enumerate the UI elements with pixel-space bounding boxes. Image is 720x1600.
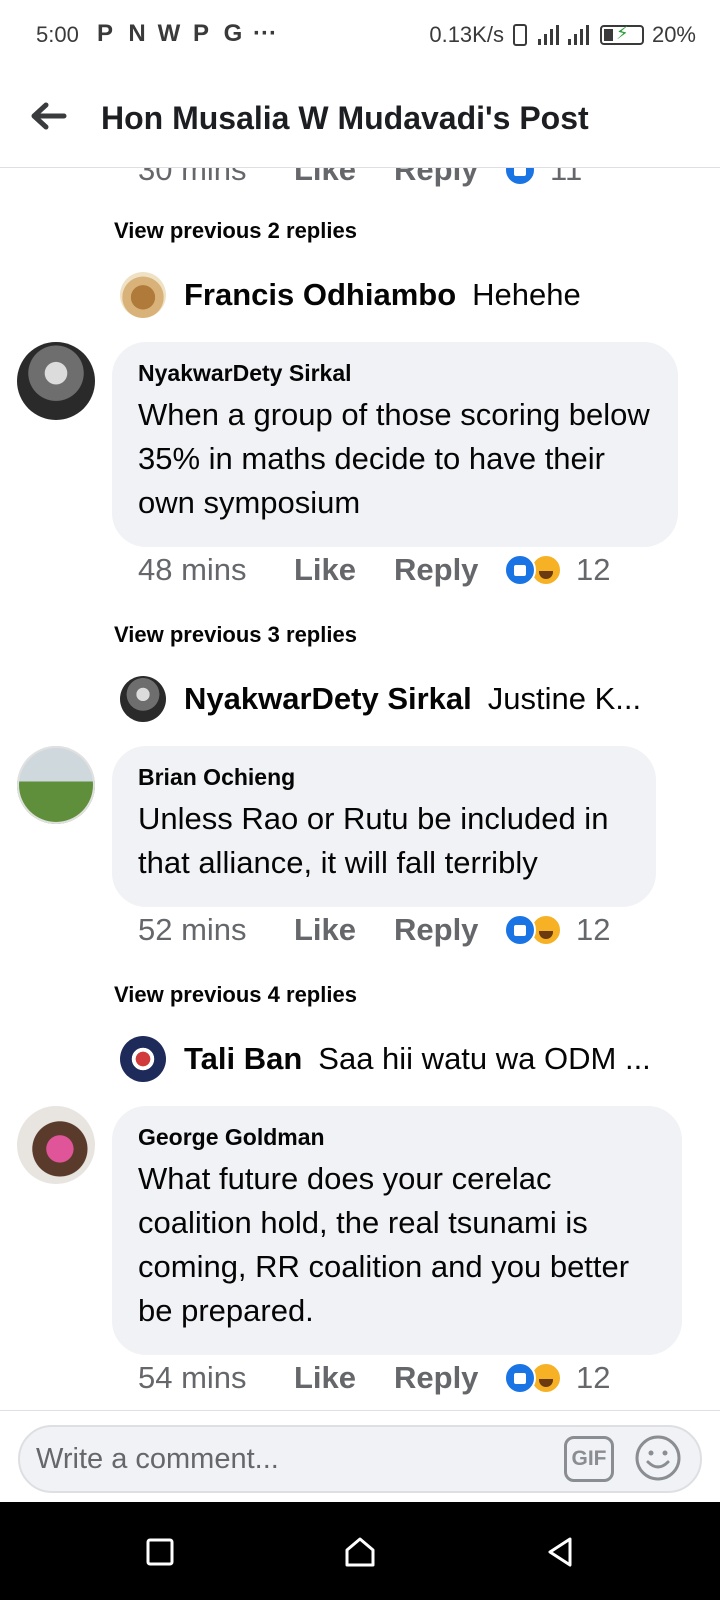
network-speed: 0.13K/s: [429, 22, 504, 47]
avatar[interactable]: [120, 676, 166, 722]
home-icon[interactable]: [340, 1532, 380, 1572]
view-previous-replies-button[interactable]: View previous 4 replies: [114, 982, 357, 1008]
vibrate-icon: [512, 24, 527, 46]
avatar[interactable]: [120, 272, 166, 318]
comment-text: What future does your cerelac coalition …: [138, 1161, 630, 1328]
comment-author[interactable]: George Goldman: [138, 1124, 656, 1151]
like-button[interactable]: Like: [294, 1360, 394, 1396]
comment-composer: Write a comment... GIF: [0, 1410, 720, 1502]
comment-input[interactable]: Write a comment... GIF: [18, 1425, 702, 1493]
signal-icon: [537, 25, 589, 45]
reply-text: Saa hii watu wa ODM ...: [318, 1041, 651, 1076]
reaction-count: 12: [576, 1360, 611, 1395]
comment-author[interactable]: NyakwarDety Sirkal: [138, 360, 652, 387]
notif-icon-3: W: [157, 20, 181, 47]
reply-button[interactable]: Reply: [394, 1360, 504, 1396]
comment-author[interactable]: Brian Ochieng: [138, 764, 630, 791]
reaction-count: 11: [550, 168, 583, 187]
back-nav-icon[interactable]: [540, 1532, 580, 1572]
reaction-count: 12: [576, 912, 611, 947]
like-button[interactable]: Like: [294, 168, 394, 188]
comment-placeholder: Write a comment...: [36, 1443, 279, 1475]
notif-icon-1: P: [96, 20, 113, 47]
post-header: Hon Musalia W Mudavadi's Post: [0, 72, 720, 168]
comment-bubble[interactable]: NyakwarDety Sirkal When a group of those…: [112, 342, 678, 547]
avatar[interactable]: [17, 746, 95, 824]
like-reaction-icon: [504, 554, 536, 586]
gif-button[interactable]: GIF: [564, 1436, 614, 1482]
notif-icon-2: N: [128, 20, 146, 47]
view-previous-replies-button[interactable]: View previous 2 replies: [114, 218, 357, 244]
comment-bubble[interactable]: George Goldman What future does your cer…: [112, 1106, 682, 1355]
more-notifs-icon: ···: [253, 20, 277, 47]
comment-text: When a group of those scoring below 35% …: [138, 397, 650, 520]
reply-button[interactable]: Reply: [394, 552, 504, 588]
reaction-summary[interactable]: 12: [504, 1360, 610, 1396]
reply-button[interactable]: Reply: [394, 912, 504, 948]
reaction-count: 12: [576, 552, 611, 587]
comment-meta-row: 30 mins Like Reply 11: [138, 168, 582, 188]
system-nav-bar: [0, 1502, 720, 1600]
reply-preview[interactable]: NyakwarDety Sirkal Justine K...: [120, 676, 641, 722]
like-button[interactable]: Like: [294, 912, 394, 948]
like-reaction-icon: [504, 1362, 536, 1394]
reply-author-name[interactable]: Tali Ban: [184, 1041, 302, 1077]
reply-text: Justine K...: [487, 681, 642, 716]
notif-icon-5: G: [223, 20, 243, 47]
reply-text: Hehehe: [472, 277, 581, 312]
reaction-summary[interactable]: 12: [504, 912, 610, 948]
recents-icon[interactable]: [140, 1532, 180, 1572]
comment-time: 48 mins: [138, 552, 247, 587]
comment-meta-row: 54 mins Like Reply 12: [138, 1360, 610, 1396]
battery-percent: 20%: [651, 22, 696, 47]
comment-time: 54 mins: [138, 1360, 247, 1395]
comment-text: Unless Rao or Rutu be included in that a…: [138, 801, 609, 880]
back-arrow-icon[interactable]: [26, 94, 70, 138]
like-reaction-icon: [504, 914, 536, 946]
avatar[interactable]: [120, 1036, 166, 1082]
reply-preview[interactable]: Tali Ban Saa hii watu wa ODM ...: [120, 1036, 651, 1082]
comment-meta-row: 52 mins Like Reply 12: [138, 912, 610, 948]
avatar[interactable]: [17, 1106, 95, 1184]
notification-icons: P N W P G ···: [92, 20, 278, 48]
notif-icon-4: P: [192, 20, 209, 47]
battery-icon: ⚡: [599, 23, 644, 45]
comment-bubble[interactable]: Brian Ochieng Unless Rao or Rutu be incl…: [112, 746, 656, 907]
status-bar: 5:00 P N W P G ··· 0.13K/s ⚡ 20%: [0, 0, 720, 72]
comment-time: 30 mins: [138, 168, 247, 187]
avatar[interactable]: [17, 342, 95, 420]
comment-meta-row: 48 mins Like Reply 12: [138, 552, 610, 588]
emoji-icon[interactable]: [634, 1434, 682, 1482]
comment-time: 52 mins: [138, 912, 247, 947]
like-reaction-icon: [504, 168, 536, 186]
reply-preview[interactable]: Francis Odhiambo Hehehe: [120, 272, 581, 318]
reaction-summary[interactable]: 12: [504, 552, 610, 588]
reaction-summary[interactable]: 11: [504, 168, 582, 188]
comments-feed[interactable]: 30 mins Like Reply 11 View previous 2 re…: [0, 168, 720, 1410]
reply-author-name[interactable]: Francis Odhiambo: [184, 277, 456, 313]
view-previous-replies-button[interactable]: View previous 3 replies: [114, 622, 357, 648]
like-button[interactable]: Like: [294, 552, 394, 588]
status-right: 0.13K/s ⚡ 20%: [429, 22, 696, 48]
reply-author-name[interactable]: NyakwarDety Sirkal: [184, 681, 472, 717]
page-title: Hon Musalia W Mudavadi's Post: [101, 100, 589, 136]
status-time: 5:00: [36, 22, 79, 47]
reply-button[interactable]: Reply: [394, 168, 504, 188]
